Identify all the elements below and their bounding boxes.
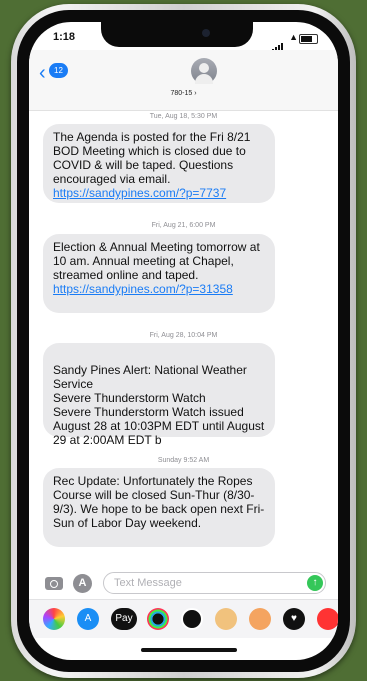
timestamp: Sunday 9:52 AM [157, 457, 210, 464]
message-text: The Agenda is posted for the Fri 8/21 BO… [53, 130, 251, 186]
phone-screen: 1:18 ▲ ‹ 12 780-15 › Tue, Aug 18, 5:30 P… [29, 22, 338, 660]
animoji-icon[interactable] [215, 608, 237, 630]
timestamp: Tue, Aug 18, 5:30 PM [149, 113, 218, 120]
wifi-icon: ▲ [289, 32, 298, 42]
more-apps-icon[interactable] [317, 608, 338, 630]
timestamp: Fri, Aug 21, 6:00 PM [151, 222, 216, 229]
timestamp: Fri, Aug 28, 10:04 PM [149, 332, 218, 339]
contact-avatar[interactable] [191, 58, 217, 84]
activity-icon[interactable] [147, 608, 169, 630]
message-bubble[interactable]: Election & Annual Meeting tomorrow at 10… [43, 234, 275, 313]
heart-sticker-icon[interactable]: ♥ [283, 608, 305, 630]
back-chevron-icon[interactable]: ‹ [39, 63, 46, 83]
message-list: Tue, Aug 18, 5:30 PM The Agenda is poste… [29, 112, 338, 568]
message-text: Election & Annual Meeting tomorrow at 10… [53, 240, 260, 282]
apple-pay-label: Pay [115, 613, 133, 624]
app-drawer: A Pay ♥ [29, 599, 338, 638]
message-text: Rec Update: Unfortunately the Ropes Cour… [53, 474, 265, 530]
memoji-icon[interactable] [249, 608, 271, 630]
avatar-body-shape [195, 74, 213, 84]
phone-frame: 1:18 ▲ ‹ 12 780-15 › Tue, Aug 18, 5:30 P… [11, 4, 356, 678]
message-field: ↑ [103, 572, 326, 594]
message-bubble[interactable]: Sandy Pines Alert: National Weather Serv… [43, 343, 275, 447]
contact-name[interactable]: 780-15 › [29, 90, 338, 97]
photos-icon[interactable] [43, 608, 65, 630]
contact-name-text: 780-15 [170, 90, 193, 97]
avatar-head-shape [199, 63, 209, 73]
battery-icon [299, 34, 318, 44]
text-message-input[interactable] [104, 573, 304, 593]
home-indicator[interactable] [141, 648, 237, 652]
send-arrow-icon[interactable]: ↑ [307, 575, 323, 591]
front-camera-icon [202, 29, 210, 37]
message-bubble[interactable]: Rec Update: Unfortunately the Ropes Cour… [43, 468, 275, 547]
message-bubble[interactable]: The Agenda is posted for the Fri 8/21 BO… [43, 124, 275, 203]
message-text: Sandy Pines Alert: National Weather Serv… [53, 363, 265, 447]
app-store-icon[interactable]: A [77, 608, 99, 630]
message-link[interactable]: https://sandypines.com/?p=7737 [53, 186, 226, 200]
message-link[interactable]: https://sandypines.com/?p=31358 [53, 282, 233, 296]
apple-pay-icon[interactable]: Pay [111, 608, 137, 630]
unread-count-badge[interactable]: 12 [49, 63, 68, 78]
fitness-rings-icon[interactable] [181, 608, 203, 630]
conversation-header: ‹ 12 780-15 › [29, 50, 338, 111]
compose-bar: A ↑ [29, 572, 338, 598]
notch [101, 22, 253, 47]
camera-icon[interactable] [45, 577, 63, 590]
status-time: 1:18 [53, 31, 76, 43]
app-store-icon[interactable]: A [73, 574, 92, 593]
phone-bezel: 1:18 ▲ ‹ 12 780-15 › Tue, Aug 18, 5:30 P… [17, 10, 350, 672]
